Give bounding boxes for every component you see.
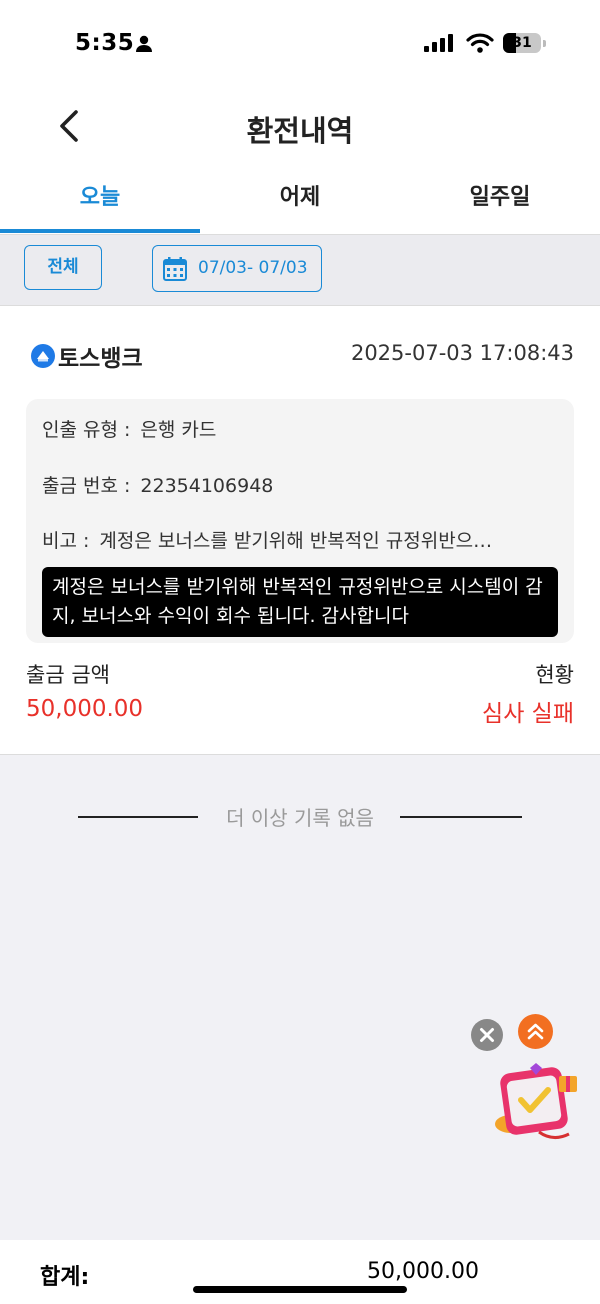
remark-label: 비고 : (42, 530, 90, 552)
close-floating-button[interactable] (471, 1019, 503, 1051)
amount-value: 50,000.00 (26, 696, 144, 722)
remark-value: 계정은 보너스를 받기위해 반복적인 규정위반으… (99, 530, 493, 552)
no-more-records: 더 이상 기록 없음 (0, 800, 600, 832)
header: 환전내역 (0, 88, 600, 166)
home-indicator[interactable] (193, 1286, 407, 1293)
withdraw-type-row: 인출 유형 : 은행 카드 (42, 415, 216, 442)
total-value: 50,000.00 (367, 1259, 479, 1284)
record-datetime: 2025-07-03 17:08:43 (350, 341, 574, 365)
total-label: 합계: (40, 1265, 90, 1290)
scroll-top-button[interactable] (518, 1014, 553, 1049)
amount-label: 출금 금액 (26, 663, 110, 687)
double-chevron-up-icon (527, 1023, 544, 1040)
calendar-icon (163, 257, 187, 281)
divider-right (400, 816, 522, 818)
wifi-icon (466, 33, 494, 53)
cellular-signal-icon (424, 34, 453, 52)
status-time: 5:35 (75, 30, 135, 56)
date-range-text: 07/03- 07/03 (198, 258, 308, 278)
remark-tooltip: 계정은 보너스를 받기위해 반복적인 규정위반으로 시스템이 감지, 보너스와 … (42, 567, 558, 637)
withdraw-number-value: 22354106948 (140, 475, 274, 497)
withdraw-type-label: 인출 유형 : (42, 419, 131, 441)
person-icon (136, 35, 152, 52)
tab-today[interactable]: 오늘 (0, 166, 200, 232)
withdraw-type-value: 은행 카드 (140, 419, 217, 441)
footer-total-bar: 합계: 50,000.00 (0, 1240, 600, 1304)
battery-level: 31 (512, 35, 532, 51)
promo-gift-icon[interactable] (493, 1062, 583, 1144)
record-details: 인출 유형 : 은행 카드 출금 번호 : 22354106948 비고 : 계정은 … (26, 399, 574, 643)
battery-icon: 31 (503, 33, 541, 53)
status-bar: 5:35 31 (0, 0, 600, 88)
page-title: 환전내역 (246, 114, 354, 148)
withdraw-number-label: 출금 번호 : (42, 475, 131, 497)
bank-logo-icon (31, 344, 55, 368)
filter-bar: 전체 07/03- 07/03 (0, 235, 600, 306)
tab-week[interactable]: 일주일 (400, 166, 600, 232)
tab-yesterday[interactable]: 어제 (200, 166, 400, 232)
withdrawal-record-card: 토스뱅크 2025-07-03 17:08:43 인출 유형 : 은행 카드 출금… (0, 306, 600, 755)
status-label: 현황 (535, 663, 574, 687)
close-icon (480, 1028, 494, 1042)
withdraw-number-row: 출금 번호 : 22354106948 (42, 471, 273, 498)
status-value: 심사 실패 (482, 701, 574, 727)
filter-all-button[interactable]: 전체 (24, 245, 102, 290)
remark-row[interactable]: 비고 : 계정은 보너스를 받기위해 반복적인 규정위반으… (42, 526, 542, 553)
date-range-picker[interactable]: 07/03- 07/03 (152, 245, 322, 292)
active-tab-indicator (0, 229, 200, 233)
bank-name: 토스뱅크 (58, 346, 143, 372)
battery-nub (543, 40, 546, 47)
tab-bar: 오늘 어제 일주일 (0, 166, 600, 235)
